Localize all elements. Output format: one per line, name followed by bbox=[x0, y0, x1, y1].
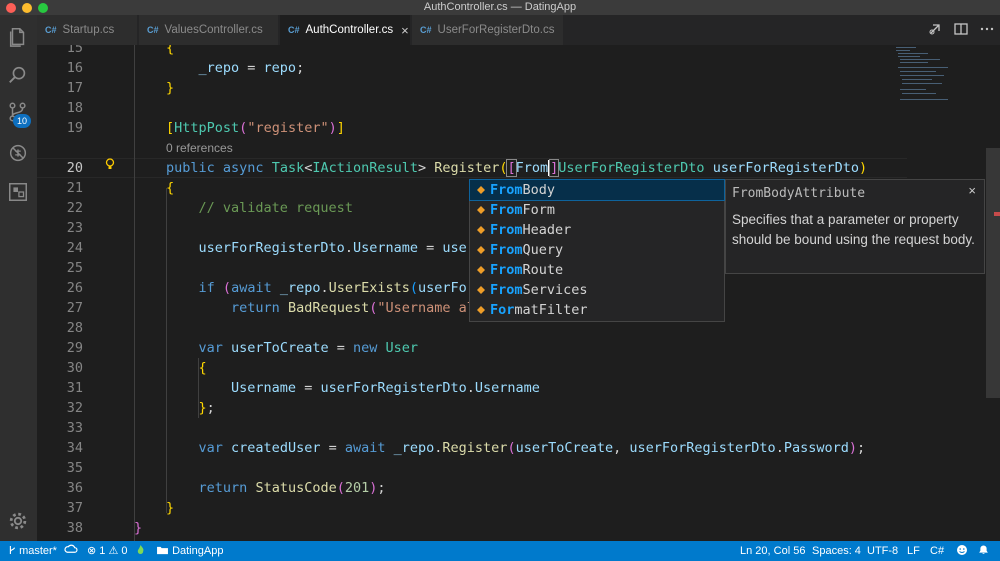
cursor-position[interactable]: Ln 20, Col 56 bbox=[740, 541, 805, 561]
code-lens-references[interactable]: 0 references bbox=[166, 141, 233, 155]
project-selector[interactable]: DatingApp bbox=[156, 541, 223, 561]
code-line-current: 20 public async Task<IActionResult> Regis… bbox=[66, 159, 868, 177]
window-title-bar: AuthController.cs — DatingApp bbox=[0, 0, 1000, 15]
class-icon bbox=[477, 266, 485, 274]
language-mode[interactable]: C# bbox=[930, 541, 944, 561]
open-changes-icon[interactable] bbox=[928, 22, 942, 36]
class-icon bbox=[477, 206, 485, 214]
suggestion-item[interactable]: FromQuery bbox=[470, 240, 724, 260]
search-icon[interactable] bbox=[6, 63, 30, 87]
suggestion-details-panel: FromBodyAttribute × Specifies that a par… bbox=[725, 179, 985, 274]
indentation-setting[interactable]: Spaces: 4 bbox=[812, 541, 861, 561]
tab-auth-controller[interactable]: C# AuthController.cs × bbox=[280, 15, 411, 45]
branch-indicator[interactable]: master* bbox=[8, 541, 57, 561]
csharp-icon: C# bbox=[45, 25, 57, 35]
scm-count-badge: 10 bbox=[13, 114, 31, 128]
folder-icon bbox=[157, 546, 168, 555]
suggestion-item[interactable]: FromRoute bbox=[470, 260, 724, 280]
activity-bar: 10 bbox=[0, 15, 37, 541]
code-line: 19 [HttpPost("register")] bbox=[66, 120, 345, 136]
scrollbar-error-marker bbox=[994, 212, 1000, 216]
git-branch-icon bbox=[9, 546, 15, 554]
tab-label: UserForRegisterDto.cs bbox=[437, 24, 555, 36]
encoding-setting[interactable]: UTF-8 bbox=[867, 541, 898, 561]
csharp-icon: C# bbox=[288, 25, 300, 35]
tab-startup[interactable]: C# Startup.cs bbox=[37, 15, 138, 45]
error-icon: ⊗ bbox=[87, 545, 97, 557]
code-line: 29 var userToCreate = new User bbox=[66, 340, 419, 356]
class-icon bbox=[477, 246, 485, 254]
suggestion-item[interactable]: FromBody bbox=[469, 179, 725, 201]
code-line: 33 bbox=[66, 420, 83, 436]
details-title: FromBodyAttribute bbox=[732, 186, 866, 201]
code-line: 38} bbox=[66, 520, 143, 536]
tab-values-controller[interactable]: C# ValuesController.cs bbox=[139, 15, 279, 45]
window-title: AuthController.cs — DatingApp bbox=[423, 1, 577, 13]
minimize-window-button[interactable] bbox=[22, 3, 32, 13]
files-icon[interactable] bbox=[6, 25, 30, 49]
omnisharp-flame-icon[interactable] bbox=[136, 541, 145, 561]
code-line: 31 Username = userForRegisterDto.Usernam… bbox=[66, 380, 540, 396]
suggestion-item[interactable]: FormatFilter bbox=[470, 300, 724, 320]
debug-icon[interactable] bbox=[6, 141, 30, 165]
code-line: 30 { bbox=[66, 360, 207, 376]
close-details-icon[interactable]: × bbox=[968, 183, 976, 198]
class-icon bbox=[477, 226, 485, 234]
code-line: 37} bbox=[66, 500, 175, 516]
tab-label: Startup.cs bbox=[62, 24, 115, 36]
code-line: 18 bbox=[66, 100, 83, 116]
class-icon bbox=[477, 186, 485, 194]
details-description: Specifies that a parameter or property s… bbox=[732, 212, 975, 247]
close-window-button[interactable] bbox=[6, 3, 16, 13]
class-icon bbox=[477, 306, 485, 314]
minimap[interactable] bbox=[894, 45, 954, 115]
warning-icon: ⚠ bbox=[108, 545, 119, 557]
suggestion-item[interactable]: FromServices bbox=[470, 280, 724, 300]
code-line: 32 }; bbox=[66, 400, 215, 416]
suggest-widget: FromBody FromForm FromHeader FromQuery F… bbox=[469, 179, 725, 322]
problems-indicator[interactable]: ⊗ 1 ⚠ 0 bbox=[87, 541, 128, 561]
line-ending-setting[interactable]: LF bbox=[907, 541, 920, 561]
code-line: 16 _repo = repo; bbox=[66, 60, 305, 76]
tab-label: AuthController.cs bbox=[305, 24, 394, 36]
vertical-scrollbar[interactable] bbox=[986, 148, 1000, 398]
settings-gear-icon[interactable] bbox=[6, 509, 30, 533]
sync-icon[interactable] bbox=[64, 541, 78, 561]
csharp-icon: C# bbox=[420, 25, 432, 35]
editor-tab-bar: C# Startup.cs C# ValuesController.cs C# … bbox=[37, 15, 1000, 45]
tab-label: ValuesController.cs bbox=[164, 24, 263, 36]
feedback-smiley-icon[interactable] bbox=[956, 541, 968, 561]
csharp-icon: C# bbox=[147, 25, 159, 35]
extensions-icon[interactable] bbox=[6, 180, 30, 204]
code-line: 17} bbox=[66, 80, 175, 96]
split-editor-icon[interactable] bbox=[954, 22, 968, 36]
status-bar: master* ⊗ 1 ⚠ 0 DatingApp Ln 20, Col 56 … bbox=[0, 541, 1000, 561]
suggestion-item[interactable]: FromForm bbox=[470, 200, 724, 220]
close-tab-icon[interactable]: × bbox=[401, 23, 409, 38]
editor-actions bbox=[928, 22, 994, 36]
code-line: 34 var createdUser = await _repo.Registe… bbox=[66, 440, 866, 456]
suggestion-item[interactable]: FromHeader bbox=[470, 220, 724, 240]
tab-user-for-register-dto[interactable]: C# UserForRegisterDto.cs bbox=[412, 15, 564, 45]
more-actions-icon[interactable] bbox=[980, 22, 994, 36]
maximize-window-button[interactable] bbox=[38, 3, 48, 13]
code-editor[interactable]: 15{ 16 _repo = repo; 17} 18 19 [HttpPost(… bbox=[37, 45, 1000, 541]
class-icon bbox=[477, 286, 485, 294]
code-line: 15{ bbox=[66, 45, 175, 56]
code-line: 36 return StatusCode(201); bbox=[66, 480, 386, 496]
code-line: 35 bbox=[66, 460, 83, 476]
notifications-bell-icon[interactable] bbox=[978, 541, 989, 561]
